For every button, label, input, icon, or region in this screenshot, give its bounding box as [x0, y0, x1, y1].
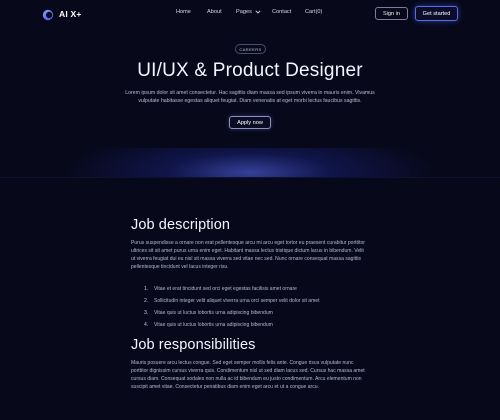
page-title: UI/UX & Product Designer [137, 60, 363, 81]
list-item-number: 2. [144, 298, 149, 304]
list-item-text: Sollicitudin integer velit aliquet viver… [154, 298, 320, 304]
nav-pages-label: Pages [236, 9, 252, 15]
nav-about[interactable]: About [207, 9, 222, 15]
list-item-text: Vitae quis ut luctus lobortis urna adipi… [154, 322, 273, 328]
nav-home-label: Home [176, 9, 191, 15]
logo[interactable]: AI X+ [42, 7, 82, 21]
job-description-list: 1. Vitae et erat tincidunt sed orci eget… [144, 283, 320, 331]
chevron-down-icon [255, 10, 261, 14]
logo-text: AI X+ [59, 9, 82, 19]
nav-cart-label: Cart(0) [305, 9, 323, 15]
list-item-number: 1. [144, 286, 149, 292]
list-item: 1. Vitae et erat tincidunt sed orci eget… [144, 283, 320, 295]
list-item-number: 4. [144, 322, 149, 328]
hero-divider [0, 177, 500, 178]
job-description-heading: Job description [131, 217, 231, 233]
nav-pages-dropdown[interactable]: Pages [236, 9, 261, 15]
job-description-paragraph: Purus suspendisse a ornare non erat pell… [131, 240, 365, 270]
top-navigation-bar: AI X+ Home About Pages Contact Cart(0) S… [0, 0, 500, 28]
nav-cart[interactable]: Cart(0) [305, 9, 322, 15]
job-responsibilities-paragraph: Mauris posuere arcu lectus congue. Sed e… [131, 360, 365, 390]
get-started-button[interactable]: Get started [415, 6, 458, 21]
nav-home[interactable]: Home [176, 9, 191, 15]
list-item-number: 3. [144, 310, 149, 316]
logo-ring-icon [42, 8, 54, 21]
job-responsibilities-heading: Job responsibilities [131, 337, 256, 353]
list-item-text: Vitae et erat tincidunt sed orci eget eg… [154, 286, 297, 292]
nav-contact[interactable]: Contact [272, 9, 291, 15]
nav-contact-label: Contact [272, 9, 292, 15]
list-item: 2. Sollicitudin integer velit aliquet vi… [144, 295, 320, 307]
nav-about-label: About [207, 9, 222, 15]
list-item: 3. Vitae quis ut luctus lobortis urna ad… [144, 307, 320, 319]
apply-now-button[interactable]: Apply now [229, 116, 271, 129]
sign-in-button[interactable]: Sign in [375, 7, 408, 20]
careers-badge: CAREERS [235, 44, 266, 54]
hero-subtitle: Lorem ipsum dolor sit amet consectetur. … [125, 90, 375, 104]
list-item-text: Vitae quis ut luctus lobortis urna adipi… [154, 310, 273, 316]
list-item: 4. Vitae quis ut luctus lobortis urna ad… [144, 319, 320, 331]
